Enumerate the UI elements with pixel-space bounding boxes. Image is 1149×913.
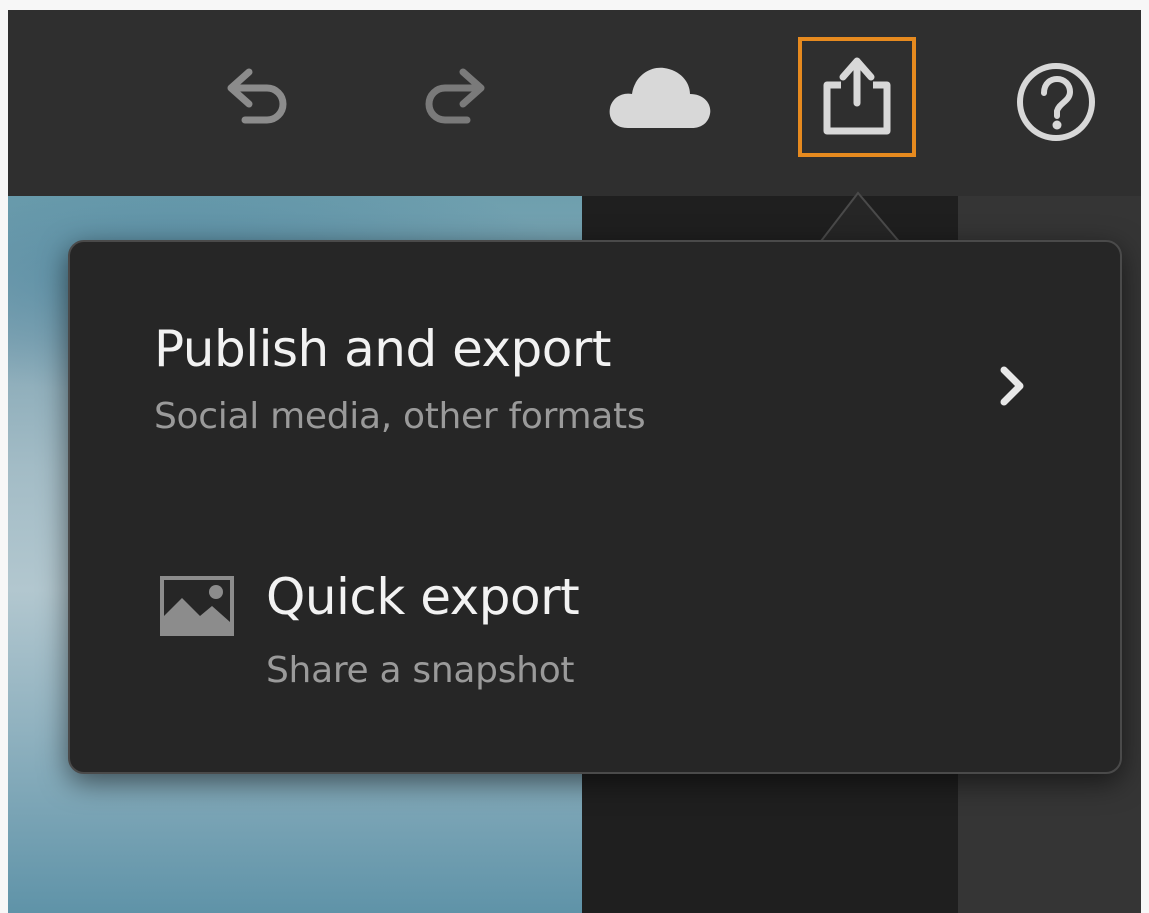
image-icon (160, 576, 234, 636)
publish-and-export-item[interactable]: Publish and export Social media, other f… (70, 282, 1120, 462)
quick-export-title: Quick export (266, 568, 580, 626)
redo-button[interactable] (416, 58, 496, 134)
share-menu-popover: Publish and export Social media, other f… (68, 240, 1122, 774)
publish-subtitle: Social media, other formats (154, 396, 646, 437)
frame-right-edge (1141, 0, 1149, 913)
cloud-sync-button[interactable] (604, 50, 716, 140)
top-toolbar (8, 10, 1141, 196)
help-button[interactable] (1014, 60, 1098, 144)
undo-button[interactable] (216, 58, 296, 134)
share-export-button[interactable] (798, 37, 916, 157)
frame-left-edge (0, 0, 8, 913)
cloud-icon (609, 67, 711, 128)
app-window: Publish and export Social media, other f… (0, 0, 1149, 913)
share-export-icon (823, 57, 891, 135)
chevron-right-icon (1000, 366, 1024, 406)
quick-export-item[interactable]: Quick export Share a snapshot (70, 542, 1120, 722)
help-icon (1017, 63, 1095, 141)
redo-icon (425, 68, 485, 124)
frame-top-edge (0, 0, 1149, 10)
publish-title: Publish and export (154, 320, 612, 378)
quick-export-subtitle: Share a snapshot (266, 650, 575, 691)
undo-icon (227, 68, 287, 124)
